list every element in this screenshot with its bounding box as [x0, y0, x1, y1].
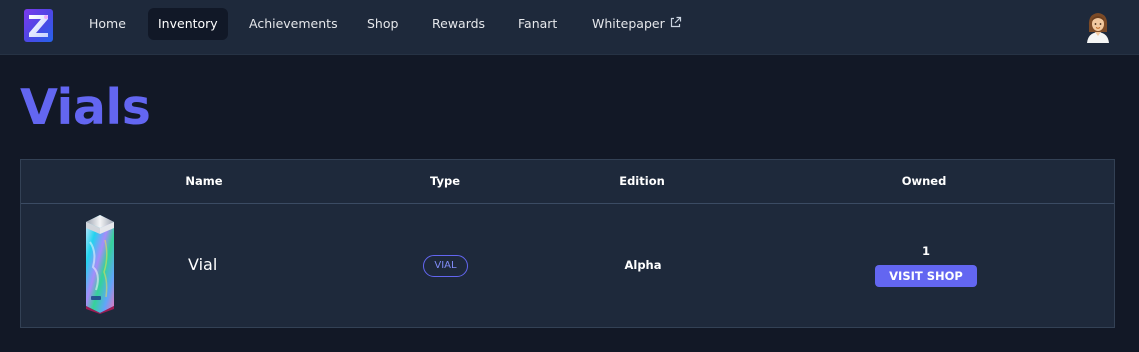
inventory-table: Name Type Edition Owned Vial VIAL Alpha …	[20, 159, 1115, 328]
top-nav: Home Inventory Achievements Shop Rewards…	[0, 0, 1139, 55]
table-header: Name Type Edition Owned	[21, 160, 1114, 204]
nav-item-achievements[interactable]: Achievements	[249, 8, 338, 40]
nav-item-whitepaper-label: Whitepaper	[592, 16, 665, 31]
nav-item-whitepaper[interactable]: Whitepaper	[592, 8, 682, 40]
item-edition: Alpha	[624, 258, 662, 272]
z-logo-icon[interactable]	[24, 9, 53, 42]
visit-shop-button[interactable]: VISIT SHOP	[875, 265, 977, 287]
column-header-edition: Edition	[619, 174, 665, 188]
item-name: Vial	[188, 255, 218, 274]
external-link-icon	[670, 16, 681, 28]
user-avatar-icon[interactable]	[1083, 10, 1113, 43]
page-title: Vials	[20, 79, 151, 136]
nav-item-shop[interactable]: Shop	[367, 8, 398, 40]
column-header-type: Type	[429, 174, 461, 188]
column-header-owned: Owned	[901, 174, 947, 188]
column-header-name: Name	[185, 174, 223, 188]
nav-item-fanart[interactable]: Fanart	[518, 8, 557, 40]
nav-item-rewards[interactable]: Rewards	[432, 8, 485, 40]
nav-item-home[interactable]: Home	[89, 8, 126, 40]
nav-item-inventory[interactable]: Inventory	[148, 8, 228, 40]
table-row: Vial VIAL Alpha 1 VISIT SHOP	[21, 204, 1114, 327]
type-badge: VIAL	[423, 255, 468, 277]
vial-image	[86, 215, 114, 314]
owned-count: 1	[921, 244, 931, 258]
